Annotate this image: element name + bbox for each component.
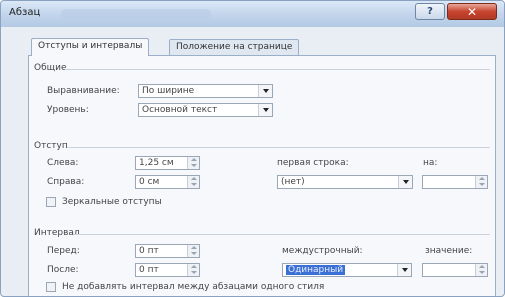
spacing-before-spinner[interactable]: 0 пт (135, 244, 200, 258)
title-bar[interactable]: Абзац ? ✕ (1, 1, 504, 27)
indent-right-label: Справа: (47, 177, 85, 187)
spin-up-icon (479, 177, 485, 180)
chevron-down-icon (401, 268, 408, 272)
line-spacing-select[interactable]: Одинарный (282, 263, 412, 277)
spin-down-icon (191, 183, 197, 186)
first-line-value: (нет) (281, 177, 305, 187)
indent-by-label: на: (423, 158, 438, 168)
spacing-value-spin-buttons[interactable] (475, 264, 487, 276)
mirror-indents-checkbox[interactable] (46, 197, 56, 207)
spin-down-icon (479, 271, 485, 274)
spacing-after-value: 0 пт (139, 265, 159, 275)
indent-right-spinner[interactable]: 0 см (135, 175, 200, 189)
chevron-down-icon (262, 89, 269, 93)
indent-right-spin-buttons[interactable] (187, 176, 199, 188)
indent-left-spin-buttons[interactable] (187, 157, 199, 169)
indent-left-spinner[interactable]: 1,25 см (135, 156, 200, 170)
spin-down-icon (479, 183, 485, 186)
alignment-dropdown-arrow[interactable] (258, 85, 272, 97)
indent-left-value: 1,25 см (139, 158, 174, 168)
line-spacing-value: Одинарный (286, 265, 346, 275)
indent-by-spinner[interactable] (422, 175, 488, 189)
line-spacing-label: междустрочный: (282, 246, 363, 256)
help-icon: ? (427, 6, 433, 17)
spin-down-icon (191, 252, 197, 255)
general-section-divider (65, 69, 490, 70)
spacing-value-spinner[interactable] (422, 263, 488, 277)
spacing-before-spin-buttons[interactable] (187, 245, 199, 257)
first-line-dropdown-arrow[interactable] (398, 176, 412, 188)
spacing-section-divider (73, 234, 490, 235)
indent-left-label: Слева: (47, 158, 79, 168)
spacing-after-label: После: (47, 265, 79, 275)
alignment-value: По ширине (142, 86, 195, 96)
level-dropdown-arrow[interactable] (258, 104, 272, 116)
title-bar-blur (61, 9, 211, 19)
line-spacing-dropdown-arrow[interactable] (397, 264, 411, 276)
dialog-title: Абзац (9, 7, 41, 18)
level-label: Уровень: (47, 105, 89, 115)
indent-right-value: 0 см (139, 177, 160, 187)
first-line-select[interactable]: (нет) (277, 175, 413, 189)
spin-up-icon (191, 177, 197, 180)
level-value: Основной текст (142, 105, 218, 115)
spin-up-icon (191, 246, 197, 249)
indent-section-divider (67, 147, 490, 148)
spacing-before-label: Перед: (47, 246, 80, 256)
spacing-before-value: 0 пт (139, 246, 159, 256)
indent-by-spin-buttons[interactable] (475, 176, 487, 188)
spin-up-icon (191, 158, 197, 161)
tab-indents-and-spacing[interactable]: Отступы и интервалы (31, 38, 150, 56)
help-button[interactable]: ? (415, 3, 445, 20)
indent-section-heading: Отступ (34, 141, 68, 151)
chevron-down-icon (262, 108, 269, 112)
alignment-label: Выравнивание: (47, 86, 120, 96)
spacing-after-spin-buttons[interactable] (187, 264, 199, 276)
spin-down-icon (191, 271, 197, 274)
spin-up-icon (479, 265, 485, 268)
spacing-section-heading: Интервал (34, 228, 80, 238)
close-icon: ✕ (466, 4, 478, 19)
alignment-select[interactable]: По ширине (138, 84, 273, 98)
tab-line-and-page-breaks[interactable]: Положение на странице (169, 39, 300, 55)
close-button[interactable]: ✕ (447, 3, 497, 20)
spin-down-icon (191, 164, 197, 167)
level-select[interactable]: Основной текст (138, 103, 273, 117)
mirror-indents-label: Зеркальные отступы (62, 197, 162, 207)
spacing-value-label: значение: (425, 246, 473, 256)
spacing-after-spinner[interactable]: 0 пт (135, 263, 200, 277)
no-space-between-label: Не добавлять интервал между абзацами одн… (62, 282, 325, 292)
paragraph-dialog: Абзац ? ✕ Отступы и интервалы Положение … (0, 0, 505, 297)
first-line-label: первая строка: (277, 158, 349, 168)
chevron-down-icon (402, 180, 409, 184)
general-section-heading: Общие (34, 63, 67, 73)
spin-up-icon (191, 265, 197, 268)
no-space-between-checkbox[interactable] (46, 282, 56, 292)
